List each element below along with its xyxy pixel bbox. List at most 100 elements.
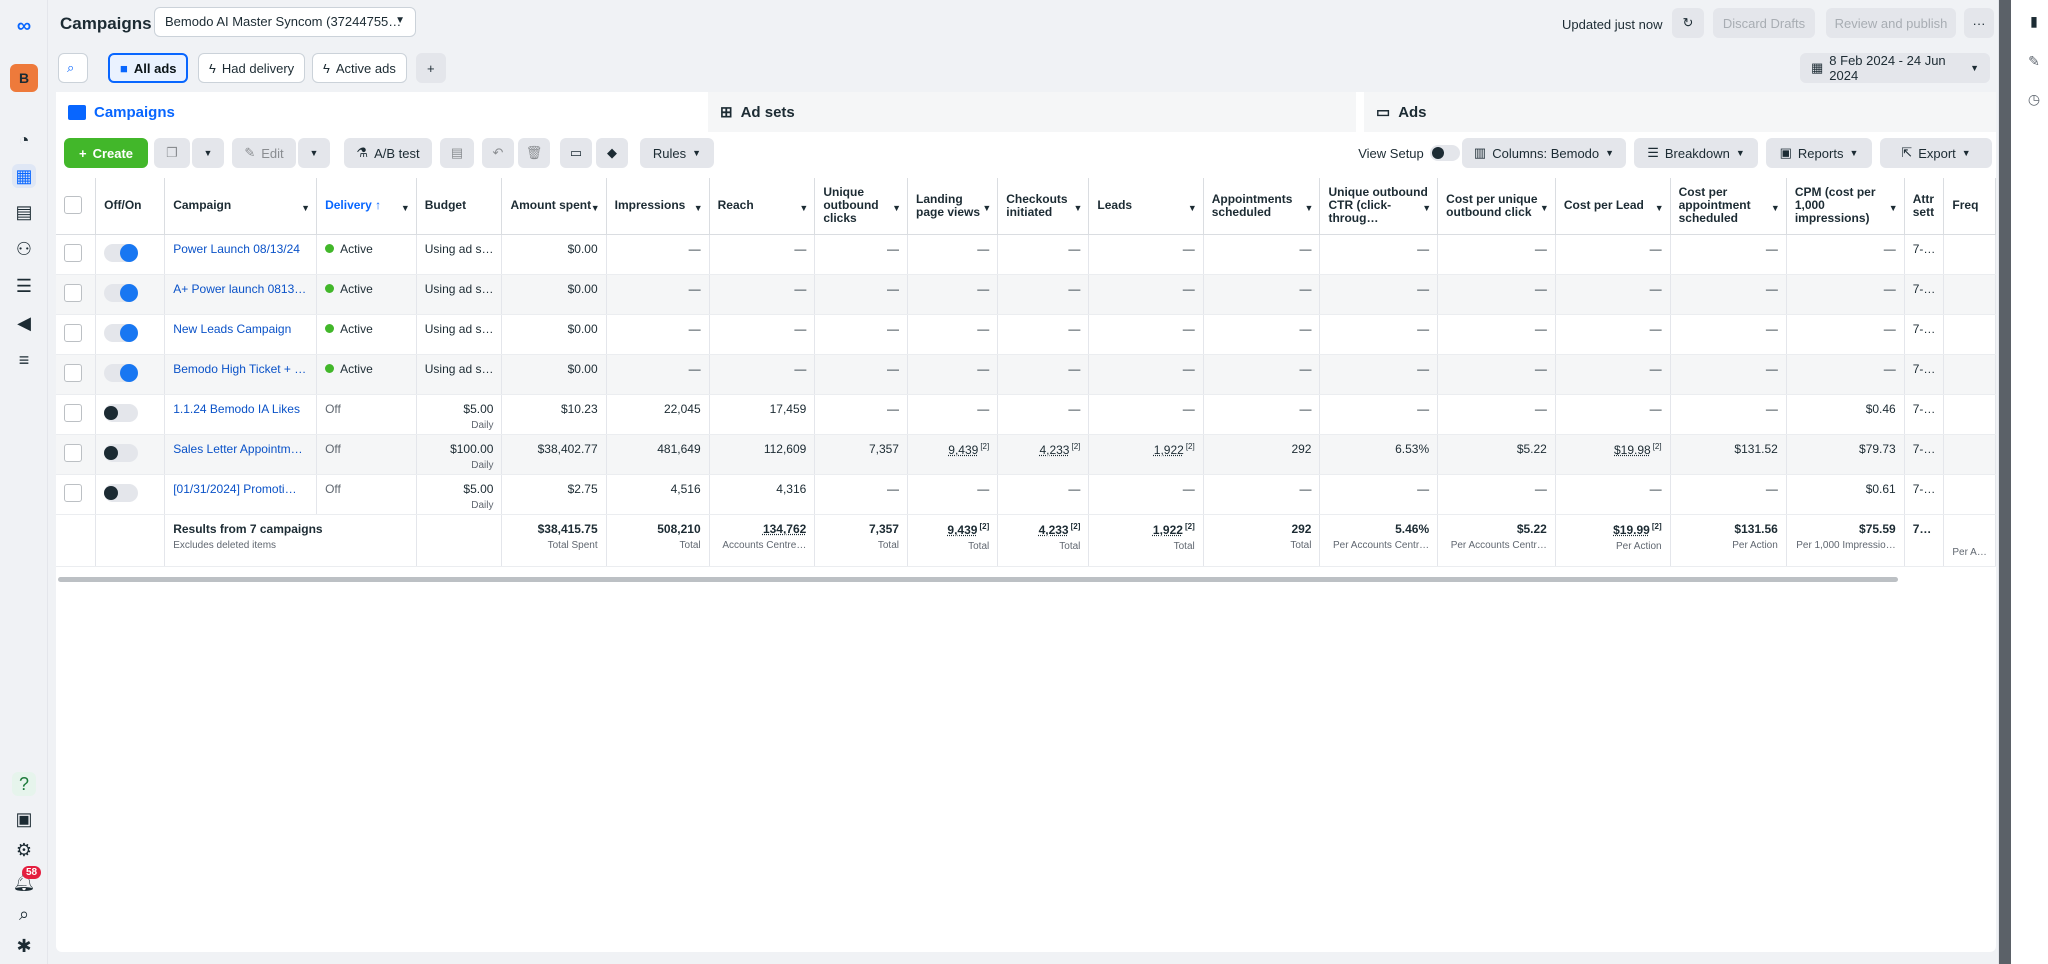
header-off-on[interactable]: Off/On — [95, 178, 166, 235]
reports-document-icon[interactable]: ▤ — [12, 200, 36, 224]
all-tools-menu-icon[interactable]: ≡ — [12, 348, 36, 372]
cell-off-on[interactable] — [95, 434, 166, 475]
row-checkbox[interactable] — [64, 483, 82, 502]
search-icon[interactable]: ⌕ — [12, 902, 36, 926]
budget-value[interactable]: $100.00 — [450, 442, 493, 456]
table-row[interactable]: Sales Letter Appointm… Off $100.00 Daily $38… — [56, 434, 1996, 475]
header-campaign[interactable]: Campaign ▼ — [164, 178, 318, 235]
cell-budget[interactable]: Using ad s… — [416, 354, 503, 395]
header-amount-spent[interactable]: Amount spent ▼ — [501, 178, 607, 235]
row-checkbox[interactable] — [64, 323, 82, 342]
campaigns-table-icon[interactable]: ▦ — [12, 164, 36, 188]
refresh-button[interactable]: ↻ — [1672, 8, 1704, 38]
campaign-toggle-switch[interactable] — [104, 283, 139, 302]
cell-select[interactable] — [56, 234, 97, 275]
budget-value[interactable]: $5.00 — [463, 402, 493, 416]
cell-off-on[interactable] — [95, 234, 166, 275]
header-appointments[interactable]: Appointments scheduled ▼ — [1203, 178, 1321, 235]
cell-select[interactable] — [56, 274, 97, 315]
charts-bar-icon[interactable]: ▮ — [2025, 12, 2043, 30]
cell-campaign[interactable]: Power Launch 08/13/24 — [164, 234, 318, 275]
budget-value[interactable]: Using ad s… — [425, 242, 494, 256]
account-avatar[interactable]: B — [10, 64, 38, 92]
date-range-picker[interactable]: ▦ 8 Feb 2024 - 24 Jun 2024 ▼ — [1800, 53, 1990, 83]
header-unique-outbound-clicks[interactable]: Unique outbound clicks ▼ — [814, 178, 908, 235]
table-row[interactable]: [01/31/2024] Promoti… Off $5.00 Daily $2.75 4… — [56, 474, 1996, 515]
select-all-checkbox[interactable] — [64, 196, 82, 215]
campaign-toggle-switch[interactable] — [104, 363, 139, 382]
advertise-megaphone-icon[interactable]: ◀ — [12, 311, 36, 335]
header-frequency[interactable]: Freq — [1943, 178, 1996, 235]
reports-button[interactable]: ▣ Reports ▼ — [1766, 138, 1872, 168]
cell-off-on[interactable] — [95, 274, 166, 315]
campaign-name-link[interactable]: Sales Letter Appointm… — [173, 442, 302, 456]
tab-ads[interactable]: ▭ Ads — [1364, 92, 1996, 132]
campaign-toggle-switch[interactable] — [104, 403, 139, 422]
row-checkbox[interactable] — [64, 363, 82, 382]
lpv-value[interactable]: 9,439 — [948, 443, 978, 457]
help-question-icon[interactable]: ? — [12, 772, 36, 796]
budget-value[interactable]: Using ad s… — [425, 362, 494, 376]
add-filter-button[interactable]: + — [416, 53, 446, 83]
cell-budget[interactable]: Using ad s… — [416, 234, 503, 275]
view-setup-toggle[interactable]: View Setup — [1350, 138, 1468, 168]
cell-campaign[interactable]: [01/31/2024] Promoti… — [164, 474, 318, 515]
settings-gear-icon[interactable]: ⚙ — [12, 838, 36, 862]
cell-select[interactable] — [56, 394, 97, 435]
tab-campaigns[interactable]: Campaigns — [56, 92, 700, 132]
campaign-toggle-switch[interactable] — [104, 323, 139, 342]
cell-off-on[interactable] — [95, 394, 166, 435]
leads-value[interactable]: 1,922 — [1154, 443, 1184, 457]
rules-button[interactable]: Rules ▼ — [640, 138, 714, 168]
cell-budget[interactable]: $5.00 Daily — [416, 394, 503, 435]
filter-active-ads[interactable]: ϟ Active ads — [312, 53, 407, 83]
campaign-name-link[interactable]: New Leads Campaign — [173, 322, 291, 336]
clipboard-button[interactable]: ▤ — [440, 138, 474, 168]
cell-campaign[interactable]: New Leads Campaign — [164, 314, 318, 355]
history-clock-icon[interactable]: ◷ — [2025, 90, 2043, 108]
cell-campaign[interactable]: Bemodo High Ticket + … — [164, 354, 318, 395]
row-checkbox[interactable] — [64, 443, 82, 462]
table-row[interactable]: 1.1.24 Bemodo IA Likes Off $5.00 Daily $10.2… — [56, 394, 1996, 435]
header-cost-per-unique-click[interactable]: Cost per unique outbound click ▼ — [1437, 178, 1556, 235]
more-options-button[interactable]: ··· — [1964, 8, 1994, 38]
cell-budget[interactable]: Using ad s… — [416, 274, 503, 315]
row-checkbox[interactable] — [64, 283, 82, 302]
header-leads[interactable]: Leads ▼ — [1088, 178, 1204, 235]
preview-button[interactable]: ▭ — [560, 138, 592, 168]
news-feed-icon[interactable]: ▣ — [12, 807, 36, 831]
columns-button[interactable]: ▥ Columns: Bemodo ▼ — [1462, 138, 1626, 168]
cell-budget[interactable]: $5.00 Daily — [416, 474, 503, 515]
search-button[interactable]: ⌕ — [58, 53, 88, 83]
cell-off-on[interactable] — [95, 354, 166, 395]
row-checkbox[interactable] — [64, 243, 82, 262]
edit-pencil-icon[interactable]: ✎ — [2025, 52, 2043, 70]
header-landing-page-views[interactable]: Landing page views ▼ — [907, 178, 999, 235]
header-impressions[interactable]: Impressions ▼ — [606, 178, 710, 235]
campaign-name-link[interactable]: Power Launch 08/13/24 — [173, 242, 300, 256]
filter-had-delivery[interactable]: ϟ Had delivery — [198, 53, 306, 83]
delete-button[interactable]: 🗑︎ — [518, 138, 550, 168]
create-button[interactable]: + Create — [64, 138, 148, 168]
ad-account-selector[interactable]: Bemodo AI Master Syncom (37244755… ▼ — [154, 7, 416, 37]
edit-button[interactable]: ✎ Edit — [232, 138, 296, 168]
dashboard-gauge-icon[interactable]: ◔ — [12, 128, 36, 152]
filter-all-ads[interactable]: ■ All ads — [108, 53, 189, 83]
select-all-header[interactable] — [56, 178, 97, 235]
cell-budget[interactable]: $100.00 Daily — [416, 434, 503, 475]
header-budget[interactable]: Budget — [416, 178, 503, 235]
report-bug-icon[interactable]: ✱ — [12, 934, 36, 958]
checkouts-value[interactable]: 4,233 — [1039, 443, 1069, 457]
cell-off-on[interactable] — [95, 474, 166, 515]
campaign-name-link[interactable]: Bemodo High Ticket + … — [173, 362, 306, 376]
table-row[interactable]: Power Launch 08/13/24 Active Using ad s… $0… — [56, 234, 1996, 275]
undo-button[interactable]: ↶ — [482, 138, 514, 168]
campaign-name-link[interactable]: [01/31/2024] Promoti… — [173, 482, 296, 496]
cell-campaign[interactable]: A+ Power launch 0813… — [164, 274, 318, 315]
duplicate-button[interactable]: ❐ — [154, 138, 190, 168]
header-unique-ctr[interactable]: Unique outbound CTR (click-throug… ▼ — [1319, 178, 1439, 235]
billing-stack-icon[interactable]: ☰ — [12, 274, 36, 298]
budget-value[interactable]: $5.00 — [463, 482, 493, 496]
table-row[interactable]: A+ Power launch 0813… Active Using ad s… $0… — [56, 274, 1996, 315]
header-checkouts-initiated[interactable]: Checkouts initiated ▼ — [997, 178, 1090, 235]
